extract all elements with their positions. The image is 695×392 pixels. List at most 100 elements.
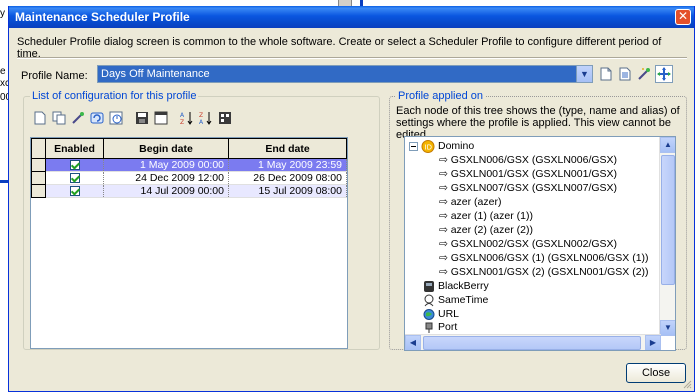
arrow-right-icon: ⇨ — [439, 182, 451, 194]
tree-horizontal-scrollbar[interactable]: ◀ ▶ — [405, 334, 661, 350]
tree-vertical-scrollbar[interactable]: ▲ ▼ — [659, 137, 675, 336]
enabled-checkbox[interactable] — [69, 160, 80, 171]
move-arrows-icon — [657, 67, 671, 81]
enabled-checkbox[interactable] — [69, 186, 80, 197]
svg-text:Z: Z — [199, 112, 203, 119]
new-profile-button[interactable] — [597, 65, 615, 83]
tree-node-blackberry[interactable]: BlackBerry — [423, 280, 489, 293]
table-row[interactable]: 24 Dec 2009 12:00 26 Dec 2009 08:00 — [31, 171, 347, 185]
floppy-icon — [136, 112, 148, 124]
enabled-cell[interactable] — [45, 171, 104, 185]
table-row[interactable]: 1 May 2009 00:00 1 May 2009 23:59 — [31, 158, 347, 172]
scroll-thumb[interactable] — [661, 155, 675, 285]
window-config-button[interactable] — [153, 110, 169, 126]
edit-config-button[interactable] — [70, 110, 86, 126]
enabled-cell[interactable] — [45, 184, 104, 198]
tree-node-child[interactable]: ⇨ azer (azer) — [439, 196, 501, 209]
refresh-icon — [90, 112, 104, 124]
tree-node-port[interactable]: Port — [423, 321, 457, 334]
resize-grip-icon[interactable] — [682, 379, 692, 389]
save-config-button[interactable] — [134, 110, 150, 126]
close-button[interactable]: Close — [626, 363, 686, 383]
blackberry-icon — [424, 281, 434, 292]
row-header[interactable] — [31, 171, 46, 185]
refresh-config-button[interactable] — [89, 110, 105, 126]
enabled-checkbox[interactable] — [69, 173, 80, 184]
tree-node-child[interactable]: ⇨ GSXLN007/GSX (GSXLN007/GSX) — [439, 182, 617, 195]
tree-node-url[interactable]: URL — [423, 308, 459, 321]
tree-node-label: Port — [438, 321, 458, 333]
svg-text:Z: Z — [180, 119, 184, 125]
scroll-thumb[interactable] — [423, 336, 641, 350]
column-enabled[interactable]: Enabled — [45, 138, 104, 159]
tree-node-child[interactable]: ⇨ GSXLN001/GSX (GSXLN001/GSX) — [439, 168, 617, 181]
tree-node-child[interactable]: ⇨ azer (1) (azer (1)) — [439, 210, 533, 223]
tree-node-label: azer (1) (azer (1)) — [450, 210, 533, 222]
copy-config-button[interactable] — [51, 110, 67, 126]
row-header[interactable] — [31, 184, 46, 198]
copy-icon — [52, 111, 66, 125]
end-date-cell[interactable]: 1 May 2009 23:59 — [228, 158, 347, 172]
new-config-button[interactable] — [32, 110, 48, 126]
sametime-icon — [424, 294, 434, 307]
plug-icon — [425, 322, 433, 333]
tree-node-label: GSXLN006/GSX (GSXLN006/GSX) — [450, 154, 618, 166]
arrow-right-icon: ⇨ — [439, 168, 451, 180]
row-header[interactable] — [31, 158, 46, 172]
arrow-right-icon: ⇨ — [439, 266, 451, 278]
apply-profile-button[interactable] — [655, 65, 673, 83]
tree-node-label: azer (azer) — [450, 196, 502, 208]
tree-node-sametime[interactable]: SameTime — [423, 294, 488, 307]
sort-ascending-button[interactable]: AZ — [179, 110, 195, 126]
edit-profile-button[interactable] — [616, 65, 634, 83]
begin-date-cell[interactable]: 14 Jul 2009 00:00 — [103, 184, 229, 198]
new-document-icon — [600, 67, 612, 81]
enabled-cell[interactable] — [45, 158, 104, 172]
scroll-down-icon[interactable]: ▼ — [660, 320, 675, 336]
row-header-corner — [31, 138, 46, 159]
title-bar[interactable]: Maintenance Scheduler Profile ✕ — [9, 6, 694, 28]
scroll-left-icon[interactable]: ◀ — [405, 335, 421, 350]
wand-icon — [72, 112, 84, 124]
grid-icon — [219, 112, 231, 124]
column-begin-date[interactable]: Begin date — [103, 138, 229, 159]
table-row[interactable]: 14 Jul 2009 00:00 15 Jul 2009 08:00 — [31, 184, 347, 198]
tree-node-label: SameTime — [438, 294, 489, 306]
svg-text:A: A — [199, 119, 204, 125]
tree-node-child[interactable]: ⇨ GSXLN006/GSX (GSXLN006/GSX) — [439, 154, 617, 167]
domino-icon: ID — [421, 140, 435, 153]
profile-applied-title: Profile applied on — [396, 90, 486, 102]
scroll-right-icon[interactable]: ▶ — [645, 335, 661, 350]
configuration-group-title: List of configuration for this profile — [30, 90, 199, 102]
tree-node-child[interactable]: ⇨ GSXLN002/GSX (GSXLN002/GSX) — [439, 238, 617, 251]
end-date-cell[interactable]: 26 Dec 2009 08:00 — [228, 171, 347, 185]
begin-date-cell[interactable]: 1 May 2009 00:00 — [103, 158, 229, 172]
tree-node-domino[interactable]: ID Domino — [409, 140, 474, 153]
arrow-right-icon: ⇨ — [439, 238, 451, 250]
configuration-table: Enabled Begin date End date 1 May 2009 0… — [30, 137, 348, 349]
end-date-cell[interactable]: 15 Jul 2009 08:00 — [228, 184, 347, 198]
rename-profile-button[interactable] — [635, 65, 653, 83]
begin-date-cell[interactable]: 24 Dec 2009 12:00 — [103, 171, 229, 185]
arrow-right-icon: ⇨ — [439, 224, 451, 236]
profile-name-select[interactable]: Days Off Maintenance ▼ — [97, 65, 593, 83]
tree-node-label: GSXLN002/GSX (GSXLN002/GSX) — [450, 238, 618, 250]
svg-text:ID: ID — [425, 144, 432, 152]
window-icon — [154, 111, 168, 125]
sort-descending-button[interactable]: ZA — [198, 110, 214, 126]
filter-config-button[interactable] — [217, 110, 233, 126]
tree-node-child[interactable]: ⇨ azer (2) (azer (2)) — [439, 224, 533, 237]
configuration-toolbar: AZ ZA — [32, 109, 233, 127]
scroll-up-icon[interactable]: ▲ — [660, 137, 675, 153]
tree-node-child[interactable]: ⇨ GSXLN001/GSX (2) (GSXLN001/GSX (2)) — [439, 266, 649, 279]
dialog-title: Maintenance Scheduler Profile — [15, 10, 190, 24]
tree-node-child[interactable]: ⇨ GSXLN006/GSX (1) (GSXLN006/GSX (1)) — [439, 252, 649, 265]
profile-applied-group: Profile applied on Each node of this tre… — [389, 90, 687, 351]
column-end-date[interactable]: End date — [228, 138, 347, 159]
schedule-config-button[interactable] — [108, 110, 124, 126]
close-window-button[interactable]: ✕ — [675, 9, 691, 25]
applied-settings-tree[interactable]: ID Domino ⇨ GSXLN006/GSX (GSXLN006/GSX) … — [404, 136, 676, 351]
tree-content: ID Domino ⇨ GSXLN006/GSX (GSXLN006/GSX) … — [405, 137, 661, 334]
dropdown-arrow-icon[interactable]: ▼ — [576, 66, 592, 82]
separator — [17, 57, 687, 59]
